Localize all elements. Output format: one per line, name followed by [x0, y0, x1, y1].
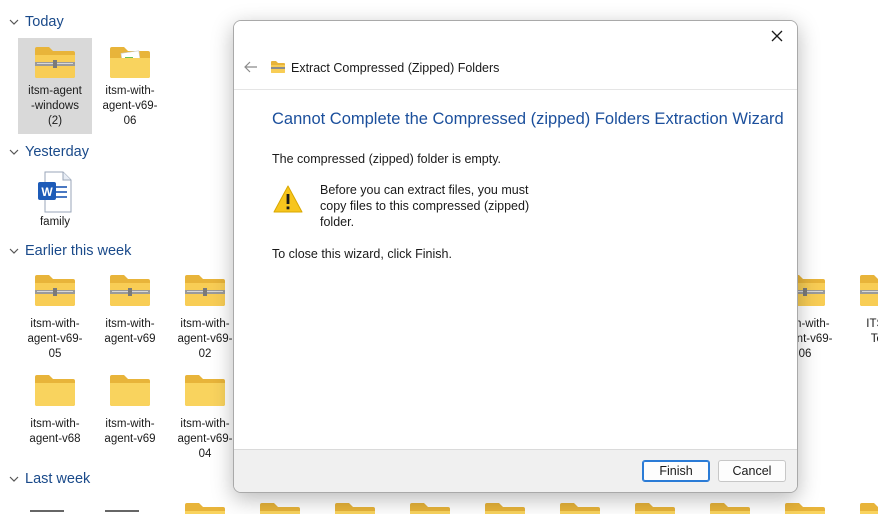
file-item-family[interactable]: W family	[18, 166, 92, 232]
folder-icon[interactable]	[858, 500, 878, 514]
close-wizard-instruction: To close this wizard, click Finish.	[272, 247, 452, 261]
folder-icon[interactable]	[408, 500, 452, 514]
group-label-earlier-this-week: Earlier this week	[25, 243, 132, 259]
group-label-today: Today	[25, 14, 64, 30]
folder-icon[interactable]	[783, 500, 827, 514]
file-item-itsm-with-agent-v69-02[interactable]: itsm-with- agent-v69- 02	[168, 268, 242, 364]
folder-icon[interactable]	[633, 500, 677, 514]
file-item-label: itsm-with- agent-v69- 05	[27, 318, 83, 360]
chevron-down-icon	[9, 19, 19, 25]
copy-files-instruction: Before you can extract files, you must c…	[320, 183, 530, 229]
window-top-edge	[0, 0, 878, 4]
dialog-body: Cannot Complete the Compressed (zipped) …	[234, 89, 797, 450]
file-item-itsm-with-agent-v69-05[interactable]: itsm-with- agent-v69- 05	[18, 268, 92, 364]
folder-icon[interactable]	[333, 500, 377, 514]
folder-icon[interactable]	[258, 500, 302, 514]
folder-icon	[33, 372, 77, 408]
svg-text:W: W	[41, 185, 53, 199]
dialog-title: Extract Compressed (Zipped) Folders	[291, 61, 500, 75]
zip-folder-icon	[33, 272, 77, 308]
file-item-itsm-tools[interactable]: ITSM Too	[843, 268, 878, 364]
folder-icon[interactable]	[183, 500, 227, 514]
back-button[interactable]	[240, 57, 262, 77]
file-item-itsm-with-agent-v69-06[interactable]: itsm-with- agent-v69- 06	[93, 38, 167, 134]
file-item-label: itsm-with- agent-v69- 02	[177, 318, 233, 360]
group-header-today[interactable]: Today	[8, 12, 64, 32]
file-item-label: itsm-with- agent-v68	[29, 418, 81, 445]
item-edge	[105, 510, 139, 512]
folder-icon[interactable]	[483, 500, 527, 514]
dialog-header: Extract Compressed (Zipped) Folders	[234, 21, 797, 89]
file-item-itsm-agent-windows[interactable]: itsm-agent -windows (2)	[18, 38, 92, 134]
file-item-itsm-with-agent-v69[interactable]: itsm-with- agent-v69	[93, 268, 167, 364]
close-button[interactable]	[763, 25, 791, 47]
zip-folder-icon	[858, 272, 878, 308]
dialog-footer: Finish Cancel	[234, 449, 797, 492]
word-document-icon: W	[38, 171, 72, 213]
zip-folder-icon	[108, 272, 152, 308]
group-header-earlier-this-week[interactable]: Earlier this week	[8, 241, 131, 261]
back-arrow-icon	[244, 61, 257, 73]
group-label-last-week: Last week	[25, 471, 91, 487]
file-item-label: family	[39, 216, 71, 228]
group-header-yesterday[interactable]: Yesterday	[8, 142, 89, 162]
folder-icon[interactable]	[708, 500, 752, 514]
cancel-button[interactable]: Cancel	[718, 460, 786, 482]
file-item-itsm-with-agent-v69-04[interactable]: itsm-with- agent-v69- 04	[168, 368, 242, 464]
extract-wizard-dialog: Extract Compressed (Zipped) Folders Cann…	[233, 20, 798, 493]
zip-folder-icon	[33, 44, 77, 80]
chevron-down-icon	[9, 149, 19, 155]
group-header-last-week[interactable]: Last week	[8, 469, 90, 489]
file-item-label: itsm-with- agent-v69- 04	[177, 418, 233, 460]
close-icon	[771, 30, 783, 42]
clipped-item-container: ITSM Too	[843, 268, 878, 364]
file-item-itsm-with-agent-v69-folder[interactable]: itsm-with- agent-v69	[93, 368, 167, 464]
zip-folder-icon	[271, 61, 285, 73]
empty-folder-message: The compressed (zipped) folder is empty.	[272, 152, 502, 166]
file-item-label: itsm-with- agent-v69	[104, 318, 156, 345]
folder-icon	[183, 372, 227, 408]
folder-icon[interactable]	[558, 500, 602, 514]
warning-icon	[273, 185, 303, 213]
item-edge	[30, 510, 64, 512]
last-week-row-clipped	[0, 500, 878, 514]
chevron-down-icon	[9, 476, 19, 482]
wizard-heading: Cannot Complete the Compressed (zipped) …	[272, 110, 784, 128]
file-item-label: itsm-with- agent-v69- 06	[102, 85, 158, 127]
chevron-down-icon	[9, 248, 19, 254]
file-item-itsm-with-agent-v68[interactable]: itsm-with- agent-v68	[18, 368, 92, 464]
file-item-label: itsm-agent -windows (2)	[28, 85, 82, 127]
group-label-yesterday: Yesterday	[25, 144, 89, 160]
zip-folder-icon	[183, 272, 227, 308]
finish-button[interactable]: Finish	[642, 460, 710, 482]
file-item-label: ITSM Too	[866, 318, 878, 345]
file-item-label: itsm-with- agent-v69	[104, 418, 156, 445]
folder-icon	[108, 372, 152, 408]
folder-with-document-icon	[110, 47, 150, 78]
